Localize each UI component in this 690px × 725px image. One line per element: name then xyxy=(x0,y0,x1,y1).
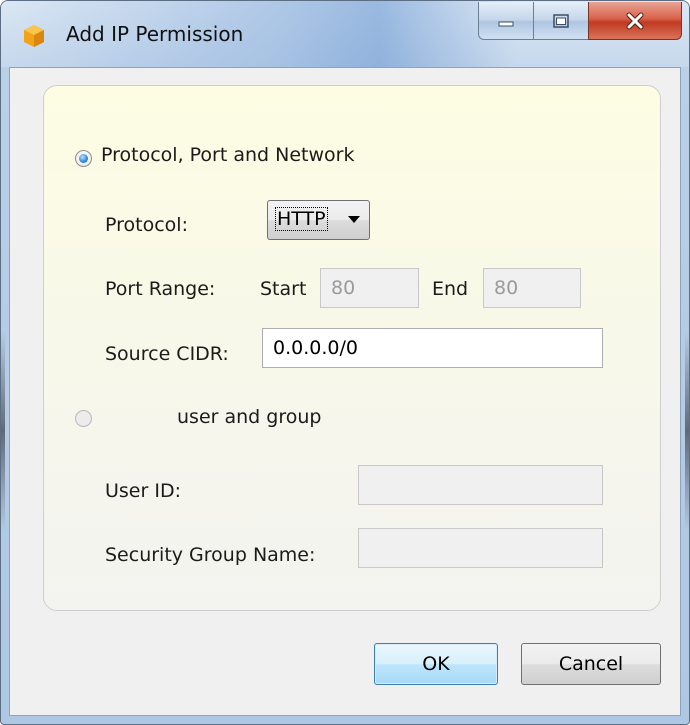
cancel-button[interactable]: Cancel xyxy=(521,643,661,685)
close-button[interactable] xyxy=(588,2,682,40)
port-end-input[interactable]: 80 xyxy=(483,268,581,308)
dialog-window: Add IP Permission Protocol, Port and Net… xyxy=(0,0,690,725)
permission-panel: Protocol, Port and Network Protocol: HTT… xyxy=(43,85,661,611)
app-icon xyxy=(24,25,44,47)
protocol-label: Protocol: xyxy=(105,214,188,236)
chevron-down-icon xyxy=(348,216,360,223)
port-range-label: Port Range: xyxy=(105,278,216,300)
protocol-dropdown[interactable]: HTTP xyxy=(267,200,370,240)
ok-button[interactable]: OK xyxy=(374,643,498,685)
minimize-button[interactable] xyxy=(478,2,534,40)
network-option-label[interactable]: Protocol, Port and Network xyxy=(101,144,354,166)
window-edge-shadow-left xyxy=(1,331,5,531)
close-icon xyxy=(626,12,644,29)
maximize-button[interactable] xyxy=(533,2,589,40)
minimize-icon xyxy=(498,21,514,26)
dialog-body: Protocol, Port and Network Protocol: HTT… xyxy=(9,67,681,716)
port-start-label: Start xyxy=(260,278,307,300)
group-option-radio[interactable] xyxy=(75,410,92,427)
title-bar[interactable]: Add IP Permission xyxy=(1,1,689,67)
security-group-name-input[interactable] xyxy=(358,528,603,568)
network-option-radio[interactable] xyxy=(75,150,92,167)
security-group-name-label: Security Group Name: xyxy=(105,544,316,566)
protocol-selected-value: HTTP xyxy=(275,207,328,231)
group-option-label[interactable]: user and group xyxy=(177,406,321,428)
user-id-input[interactable] xyxy=(358,465,603,505)
window-title: Add IP Permission xyxy=(66,22,244,46)
window-edge-shadow-right xyxy=(685,331,689,531)
port-start-input[interactable]: 80 xyxy=(320,268,419,308)
port-end-label: End xyxy=(432,278,469,300)
maximize-icon xyxy=(553,13,569,28)
source-cidr-label: Source CIDR: xyxy=(105,343,229,365)
user-id-label: User ID: xyxy=(105,480,181,502)
source-cidr-input[interactable]: 0.0.0.0/0 xyxy=(262,328,603,368)
